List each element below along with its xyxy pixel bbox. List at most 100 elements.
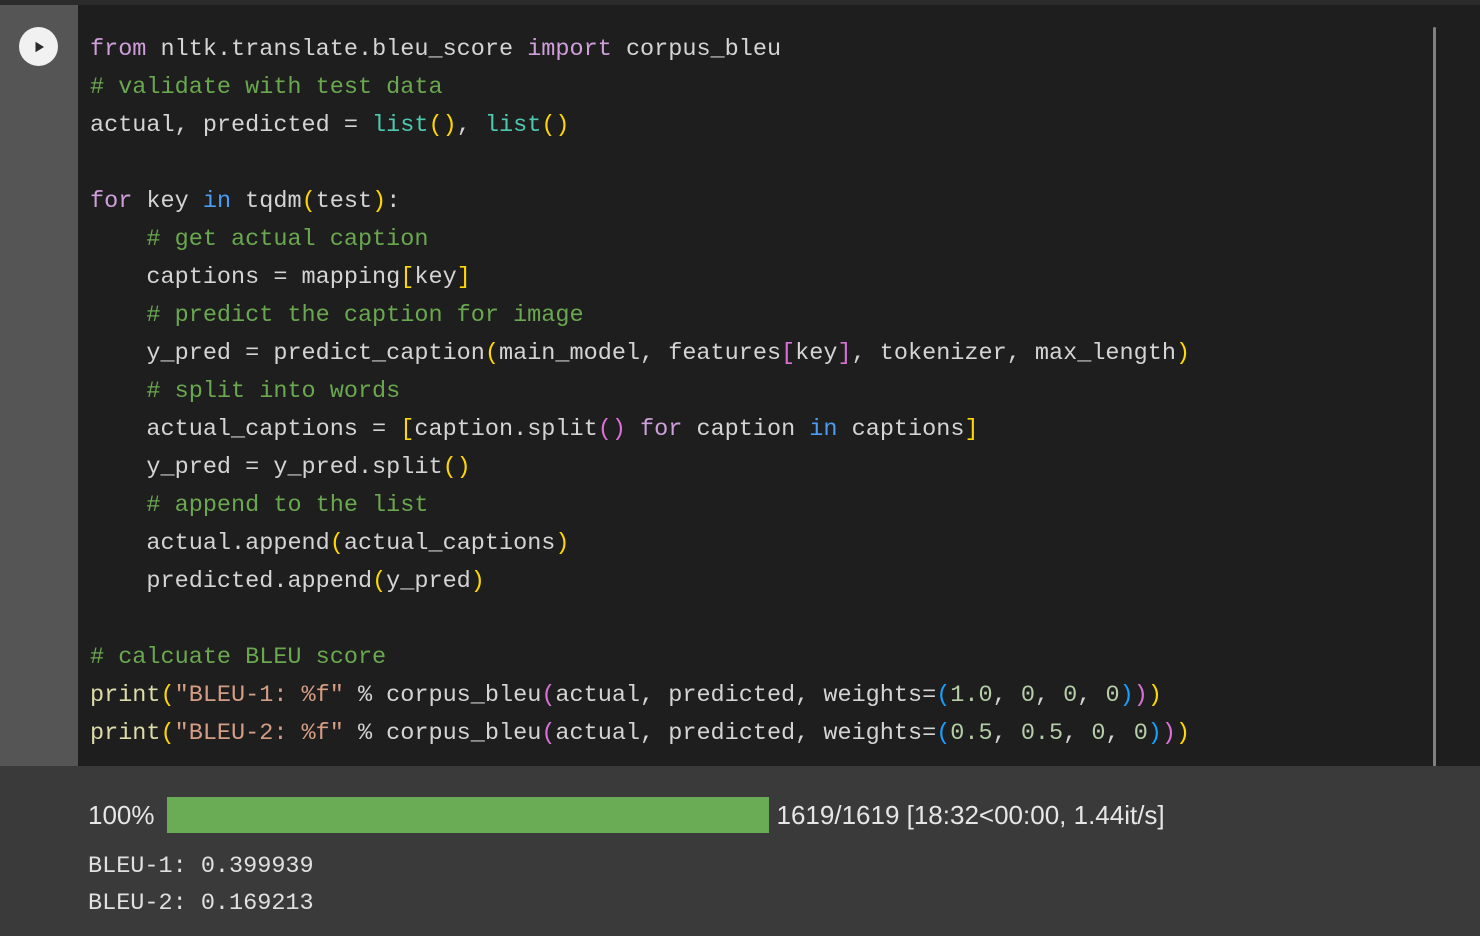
code-actual-captions-assign: actual_captions = bbox=[146, 416, 401, 443]
code-paren-close-7: ) bbox=[1147, 682, 1162, 709]
code-paren-open-11: ( bbox=[541, 720, 556, 747]
source-code[interactable]: from nltk.translate.bleu_score import co… bbox=[78, 5, 1480, 753]
progress-bar-row: 100% 1619/1619 [18:32<00:00, 1.44it/s] bbox=[88, 796, 1165, 834]
code-weight-2-0: 0.5 bbox=[950, 720, 993, 747]
code-paren-open-12: ( bbox=[936, 720, 951, 747]
code-keyword-from: from bbox=[90, 36, 147, 63]
code-paren-open-7: ( bbox=[160, 682, 175, 709]
code-comma-1: , bbox=[456, 112, 485, 139]
code-bracket-listcomp: [ bbox=[400, 416, 415, 443]
code-bracket-mapping-close: ] bbox=[456, 264, 471, 291]
code-paren-open-8: ( bbox=[541, 682, 556, 709]
code-sep-6: , bbox=[1105, 720, 1134, 747]
code-comment-split: # split into words bbox=[146, 378, 401, 405]
code-keyword-import: import bbox=[527, 36, 612, 63]
cell-output-region: 100% 1619/1619 [18:32<00:00, 1.44it/s] B… bbox=[0, 766, 1480, 936]
code-builtin-list-2: list bbox=[484, 112, 542, 139]
code-assign-actual-predicted: actual, predicted = bbox=[90, 112, 373, 139]
code-paren-close-12: ) bbox=[1147, 720, 1162, 747]
code-weight-1-1: 0 bbox=[1020, 682, 1035, 709]
code-sep-3: , bbox=[1077, 682, 1106, 709]
code-comment-predict: # predict the caption for image bbox=[146, 302, 584, 329]
cell-gutter bbox=[0, 5, 78, 766]
code-arg-main-model: main_model, features bbox=[499, 340, 782, 367]
play-icon bbox=[31, 39, 47, 55]
notebook-code-cell: from nltk.translate.bleu_score import co… bbox=[0, 0, 1480, 936]
code-colon-1: : bbox=[386, 188, 401, 215]
code-fn-print-1: print bbox=[90, 682, 161, 709]
code-weight-1-0: 1.0 bbox=[950, 682, 993, 709]
code-scroll-area[interactable]: from nltk.translate.bleu_score import co… bbox=[78, 5, 1480, 766]
code-keyword-for: for bbox=[90, 188, 133, 215]
code-module-path: nltk.translate.bleu_score bbox=[160, 36, 514, 63]
code-string-bleu2: "BLEU-2: %f" bbox=[174, 720, 344, 747]
code-args-bleu2: actual, predicted, weights= bbox=[555, 720, 937, 747]
output-line-bleu2: BLEU-2: 0.169213 bbox=[88, 890, 314, 917]
code-builtin-list-1: list bbox=[372, 112, 429, 139]
code-bracket-mapping: [ bbox=[400, 264, 415, 291]
vertical-scrollbar[interactable] bbox=[1433, 27, 1436, 767]
code-var-captions: captions bbox=[851, 416, 965, 443]
code-paren-ypred-split: () bbox=[442, 454, 471, 481]
code-weight-1-2: 0 bbox=[1063, 682, 1078, 709]
code-ypred-assign: y_pred = predict_caption bbox=[146, 340, 485, 367]
code-operator-pct-1: % corpus_bleu bbox=[357, 682, 542, 709]
code-bracket-listcomp-close: ] bbox=[964, 416, 979, 443]
code-keyword-in-2: in bbox=[809, 416, 838, 443]
code-predicted-append: predicted.append bbox=[146, 568, 373, 595]
code-arg-actual-captions: actual_captions bbox=[343, 530, 556, 557]
code-var-key-3: key bbox=[795, 340, 838, 367]
code-editor-region: from nltk.translate.bleu_score import co… bbox=[0, 5, 1480, 767]
progress-bar-track bbox=[166, 797, 769, 833]
code-paren-close-11: ) bbox=[1161, 720, 1177, 747]
code-keyword-for-2: for bbox=[640, 416, 683, 443]
progress-percent-label: 100% bbox=[88, 800, 155, 830]
code-comment-get-actual: # get actual caption bbox=[146, 226, 429, 253]
code-fn-print-2: print bbox=[90, 720, 161, 747]
code-weight-2-3: 0 bbox=[1133, 720, 1148, 747]
code-paren-1: () bbox=[428, 112, 457, 139]
code-paren-close-10: ) bbox=[1176, 720, 1191, 747]
code-args-bleu1: actual, predicted, weights= bbox=[555, 682, 937, 709]
code-paren-close-9: ) bbox=[1119, 682, 1134, 709]
code-comment-calculate: # calcuate BLEU score bbox=[90, 644, 387, 671]
code-paren-close-8: ) bbox=[1133, 682, 1148, 709]
code-comment-append: # append to the list bbox=[146, 492, 429, 519]
code-weight-1-3: 0 bbox=[1105, 682, 1120, 709]
output-line-bleu1: BLEU-1: 0.399939 bbox=[88, 853, 314, 880]
code-string-bleu1: "BLEU-1: %f" bbox=[174, 682, 344, 709]
code-paren-open-10: ( bbox=[160, 720, 175, 747]
code-var-test: test bbox=[315, 188, 373, 215]
code-var-caption: caption bbox=[696, 416, 796, 443]
code-paren-open-5: ( bbox=[329, 530, 344, 557]
code-sep-5: , bbox=[1063, 720, 1092, 747]
code-paren-2: () bbox=[541, 112, 570, 139]
code-paren-open-9: ( bbox=[936, 682, 951, 709]
code-ypred-split: y_pred = y_pred.split bbox=[146, 454, 443, 481]
code-paren-open-6: ( bbox=[372, 568, 387, 595]
code-paren-close-6: ) bbox=[470, 568, 485, 595]
code-paren-open-4: ( bbox=[484, 340, 499, 367]
code-fn-tqdm: tqdm bbox=[245, 188, 302, 215]
code-var-key: key bbox=[146, 188, 189, 215]
code-paren-close-3: ) bbox=[372, 188, 387, 215]
code-sep-2: , bbox=[1034, 682, 1064, 709]
code-caption-split: caption.split bbox=[414, 416, 598, 443]
run-cell-button[interactable] bbox=[19, 27, 58, 66]
code-weight-2-2: 0 bbox=[1091, 720, 1106, 747]
code-arg-ypred: y_pred bbox=[386, 568, 471, 595]
progress-stats-label: 1619/1619 [18:32<00:00, 1.44it/s] bbox=[776, 800, 1165, 830]
code-operator-pct-2: % corpus_bleu bbox=[357, 720, 542, 747]
code-imported-name: corpus_bleu bbox=[625, 36, 782, 63]
code-bracket-features-close: ] bbox=[837, 340, 852, 367]
code-paren-close-4: ) bbox=[1175, 340, 1191, 367]
code-comment-validate: # validate with test data bbox=[90, 74, 443, 101]
code-sep-4: , bbox=[992, 720, 1021, 747]
code-sep-1: , bbox=[992, 682, 1021, 709]
code-args-rest: , tokenizer, max_length bbox=[851, 340, 1176, 367]
code-keyword-in: in bbox=[202, 188, 232, 215]
code-actual-append: actual.append bbox=[146, 530, 330, 557]
code-paren-split: () bbox=[597, 416, 626, 443]
progress-bar-fill bbox=[166, 797, 769, 833]
code-var-key-2: key bbox=[414, 264, 457, 291]
